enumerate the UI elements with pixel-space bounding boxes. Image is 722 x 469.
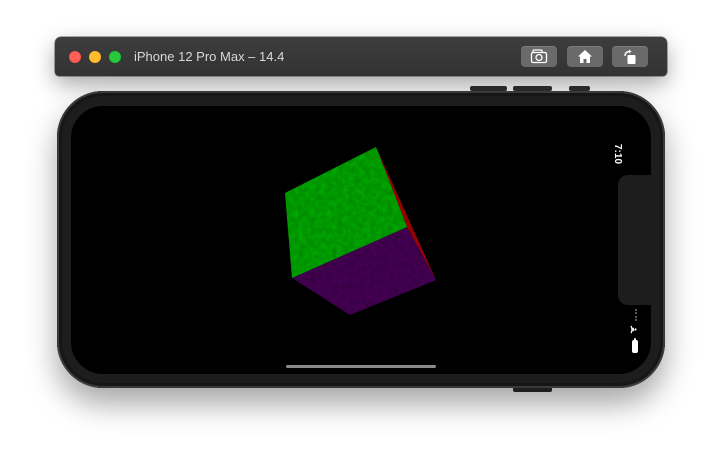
wifi-icon <box>630 325 637 334</box>
device-screen[interactable]: 7:10 <box>71 106 651 374</box>
close-window-button[interactable] <box>69 51 81 63</box>
screenshot-button[interactable] <box>521 46 557 67</box>
iphone-device-frame: 7:10 <box>57 91 665 388</box>
battery-icon <box>632 338 638 353</box>
window-title: iPhone 12 Pro Max – 14.4 <box>134 49 285 64</box>
rotate-icon <box>624 49 636 64</box>
cube-scene <box>285 147 436 315</box>
cellular-signal-icon <box>635 309 637 321</box>
simulator-title-bar: iPhone 12 Pro Max – 14.4 <box>55 37 667 76</box>
minimize-window-button[interactable] <box>89 51 101 63</box>
home-icon <box>578 50 592 63</box>
sensor-notch <box>618 175 651 305</box>
zoom-window-button[interactable] <box>109 51 121 63</box>
camera-icon <box>530 49 548 64</box>
status-time: 7:10 <box>612 144 623 165</box>
home-indicator[interactable] <box>286 365 436 368</box>
rotate-button[interactable] <box>612 46 648 67</box>
home-button[interactable] <box>567 46 603 67</box>
